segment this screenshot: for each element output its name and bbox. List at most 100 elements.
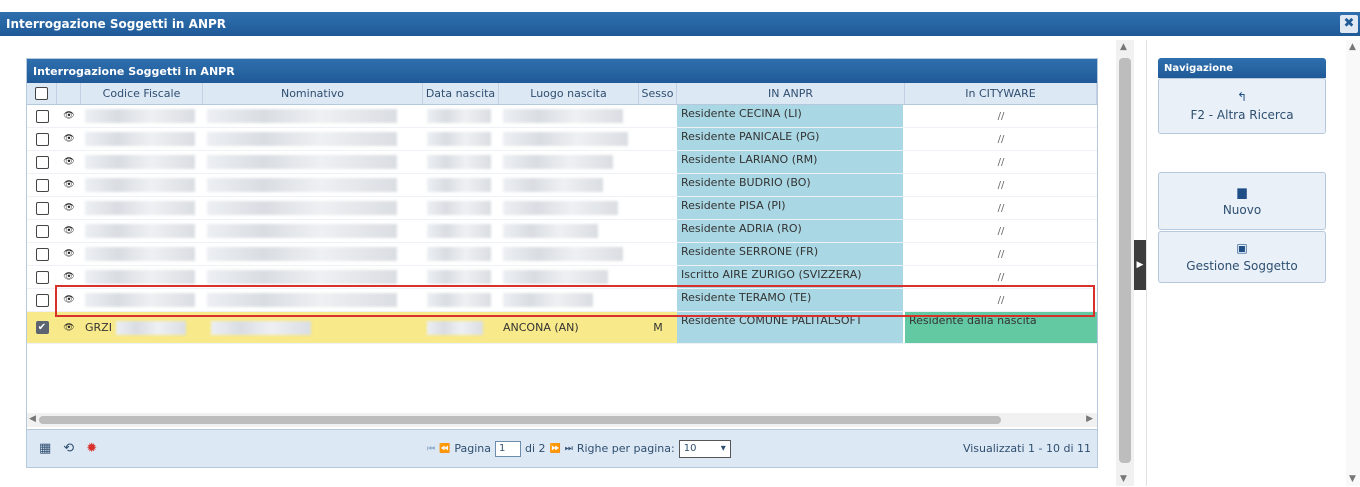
header-nominativo[interactable]: Nominativo <box>203 83 423 104</box>
grid-caption: Interrogazione Soggetti in ANPR <box>27 59 1097 83</box>
scroll-up-icon[interactable]: ▲ <box>1349 42 1356 52</box>
cell-sesso <box>639 220 677 242</box>
header-sesso[interactable]: Sesso <box>639 83 677 104</box>
redacted-value <box>207 132 397 146</box>
nuovo-button[interactable]: ▆ Nuovo <box>1158 172 1326 230</box>
table-row[interactable]: 👁 Residente PANICALE (PG) // <box>27 128 1097 151</box>
next-page-icon[interactable]: ⏩ <box>550 444 561 454</box>
redacted-value <box>207 178 397 192</box>
row-checkbox[interactable] <box>35 224 49 238</box>
first-page-icon[interactable]: ⏮ <box>427 444 435 454</box>
export-icon[interactable]: ▦ <box>39 441 51 456</box>
row-checkbox-cell[interactable] <box>27 128 57 150</box>
table-row[interactable]: 👁 Residente TERAMO (TE) // <box>27 289 1097 312</box>
cell-nominativo <box>203 243 423 265</box>
collapse-panel-icon[interactable]: ▶ <box>1134 240 1146 290</box>
scroll-down-icon[interactable]: ▼ <box>1120 474 1127 484</box>
table-row[interactable]: 👁 Residente CECINA (LI) // <box>27 105 1097 128</box>
row-checkbox-cell[interactable] <box>27 174 57 196</box>
row-checkbox-cell[interactable]: ✔ <box>27 312 57 343</box>
row-checkbox-cell[interactable] <box>27 243 57 265</box>
table-row[interactable]: 👁 Residente ADRIA (RO) // <box>27 220 1097 243</box>
scroll-up-icon[interactable]: ▲ <box>1120 42 1127 52</box>
table-row[interactable]: 👁 Residente PISA (PI) // <box>27 197 1097 220</box>
row-checkbox-checked[interactable]: ✔ <box>35 321 49 334</box>
row-checkbox[interactable] <box>35 247 49 261</box>
eye-icon[interactable]: 👁 <box>57 174 81 196</box>
scrollbar-thumb[interactable] <box>39 416 1001 424</box>
page-number-input[interactable]: 1 <box>494 440 521 457</box>
settings-gear-icon[interactable]: ✹ <box>86 441 97 456</box>
cell-luogo-nascita <box>499 105 639 127</box>
cell-in-anpr: Residente LARIANO (RM) <box>677 151 905 173</box>
redacted-value <box>207 247 397 261</box>
redacted-value <box>503 270 608 284</box>
scroll-left-icon[interactable]: ◀ <box>29 414 36 424</box>
row-checkbox[interactable] <box>35 155 49 169</box>
last-page-icon[interactable]: ⏭ <box>565 444 573 454</box>
cell-in-cityware: // <box>997 225 1005 237</box>
right-scrollbar[interactable]: ▲ ▼ <box>1346 40 1360 486</box>
row-checkbox-cell[interactable] <box>27 289 57 311</box>
eye-icon[interactable]: 👁 <box>57 197 81 219</box>
redacted-value <box>427 247 491 261</box>
cell-in-cityware: // <box>997 179 1005 191</box>
row-checkbox[interactable] <box>35 270 49 284</box>
gestione-soggetto-button[interactable]: ▣ Gestione Soggetto <box>1158 231 1326 283</box>
vertical-scrollbar[interactable]: ▲ ▼ <box>1116 40 1134 486</box>
row-checkbox-cell[interactable] <box>27 266 57 288</box>
eye-icon[interactable]: 👁 <box>57 289 81 311</box>
row-checkbox-cell[interactable] <box>27 105 57 127</box>
table-row-selected[interactable]: ✔ 👁 GRZI ANCONA (AN) M Residente COMUNE … <box>27 312 1097 344</box>
header-data-nascita[interactable]: Data nascita <box>423 83 499 104</box>
refresh-icon[interactable]: ⟲ <box>63 441 74 456</box>
row-checkbox-cell[interactable] <box>27 151 57 173</box>
row-checkbox[interactable] <box>35 201 49 215</box>
eye-icon[interactable]: 👁 <box>57 243 81 265</box>
row-checkbox[interactable] <box>35 293 49 307</box>
cell-codice-fiscale <box>81 151 203 173</box>
cell-in-cityware: // <box>997 133 1005 145</box>
row-checkbox[interactable] <box>35 132 49 146</box>
scroll-down-icon[interactable]: ▼ <box>1349 474 1356 484</box>
cell-codice-fiscale <box>81 197 203 219</box>
redacted-value <box>85 247 195 261</box>
eye-icon[interactable]: 👁 <box>57 105 81 127</box>
table-row[interactable]: 👁 Iscritto AIRE ZURIGO (SVIZZERA) // <box>27 266 1097 289</box>
eye-icon[interactable]: 👁 <box>57 312 81 343</box>
cell-data-nascita <box>423 151 499 173</box>
table-row[interactable]: 👁 Residente LARIANO (RM) // <box>27 151 1097 174</box>
cell-sesso <box>639 105 677 127</box>
header-luogo-nascita[interactable]: Luogo nascita <box>499 83 639 104</box>
eye-icon[interactable]: 👁 <box>57 220 81 242</box>
scroll-right-icon[interactable]: ▶ <box>1086 414 1093 424</box>
cell-nominativo <box>203 174 423 196</box>
header-in-anpr[interactable]: IN ANPR <box>677 83 905 104</box>
rows-per-page-select[interactable]: 10 ▾ <box>678 439 731 458</box>
eye-icon[interactable]: 👁 <box>57 266 81 288</box>
row-checkbox-cell[interactable] <box>27 197 57 219</box>
header-in-cityware[interactable]: In CITYWARE <box>905 83 1097 104</box>
altra-ricerca-button[interactable]: ↰ F2 - Altra Ricerca <box>1158 78 1326 134</box>
scrollbar-thumb[interactable] <box>1119 58 1131 463</box>
cell-codice-fiscale: GRZI <box>81 312 203 343</box>
cell-nominativo <box>203 266 423 288</box>
eye-icon[interactable]: 👁 <box>57 128 81 150</box>
cell-luogo-nascita <box>499 151 639 173</box>
window-titlebar: Interrogazione Soggetti in ANPR ✖ <box>0 12 1360 36</box>
table-row[interactable]: 👁 Residente BUDRIO (BO) // <box>27 174 1097 197</box>
eye-icon[interactable]: 👁 <box>57 151 81 173</box>
header-codice-fiscale[interactable]: Codice Fiscale <box>81 83 203 104</box>
table-row[interactable]: 👁 Residente SERRONE (FR) // <box>27 243 1097 266</box>
row-checkbox[interactable] <box>35 109 49 123</box>
row-checkbox[interactable] <box>35 178 49 192</box>
close-icon[interactable]: ✖ <box>1340 15 1358 33</box>
cell-luogo-nascita <box>499 289 639 311</box>
prev-page-icon[interactable]: ⏪ <box>439 444 450 454</box>
row-checkbox-cell[interactable] <box>27 220 57 242</box>
horizontal-scrollbar[interactable]: ◀ ▶ <box>27 413 1097 427</box>
select-all-checkbox-cell[interactable] <box>27 83 57 104</box>
select-all-checkbox[interactable] <box>35 87 48 100</box>
cell-sesso <box>639 243 677 265</box>
redacted-value <box>207 293 397 307</box>
